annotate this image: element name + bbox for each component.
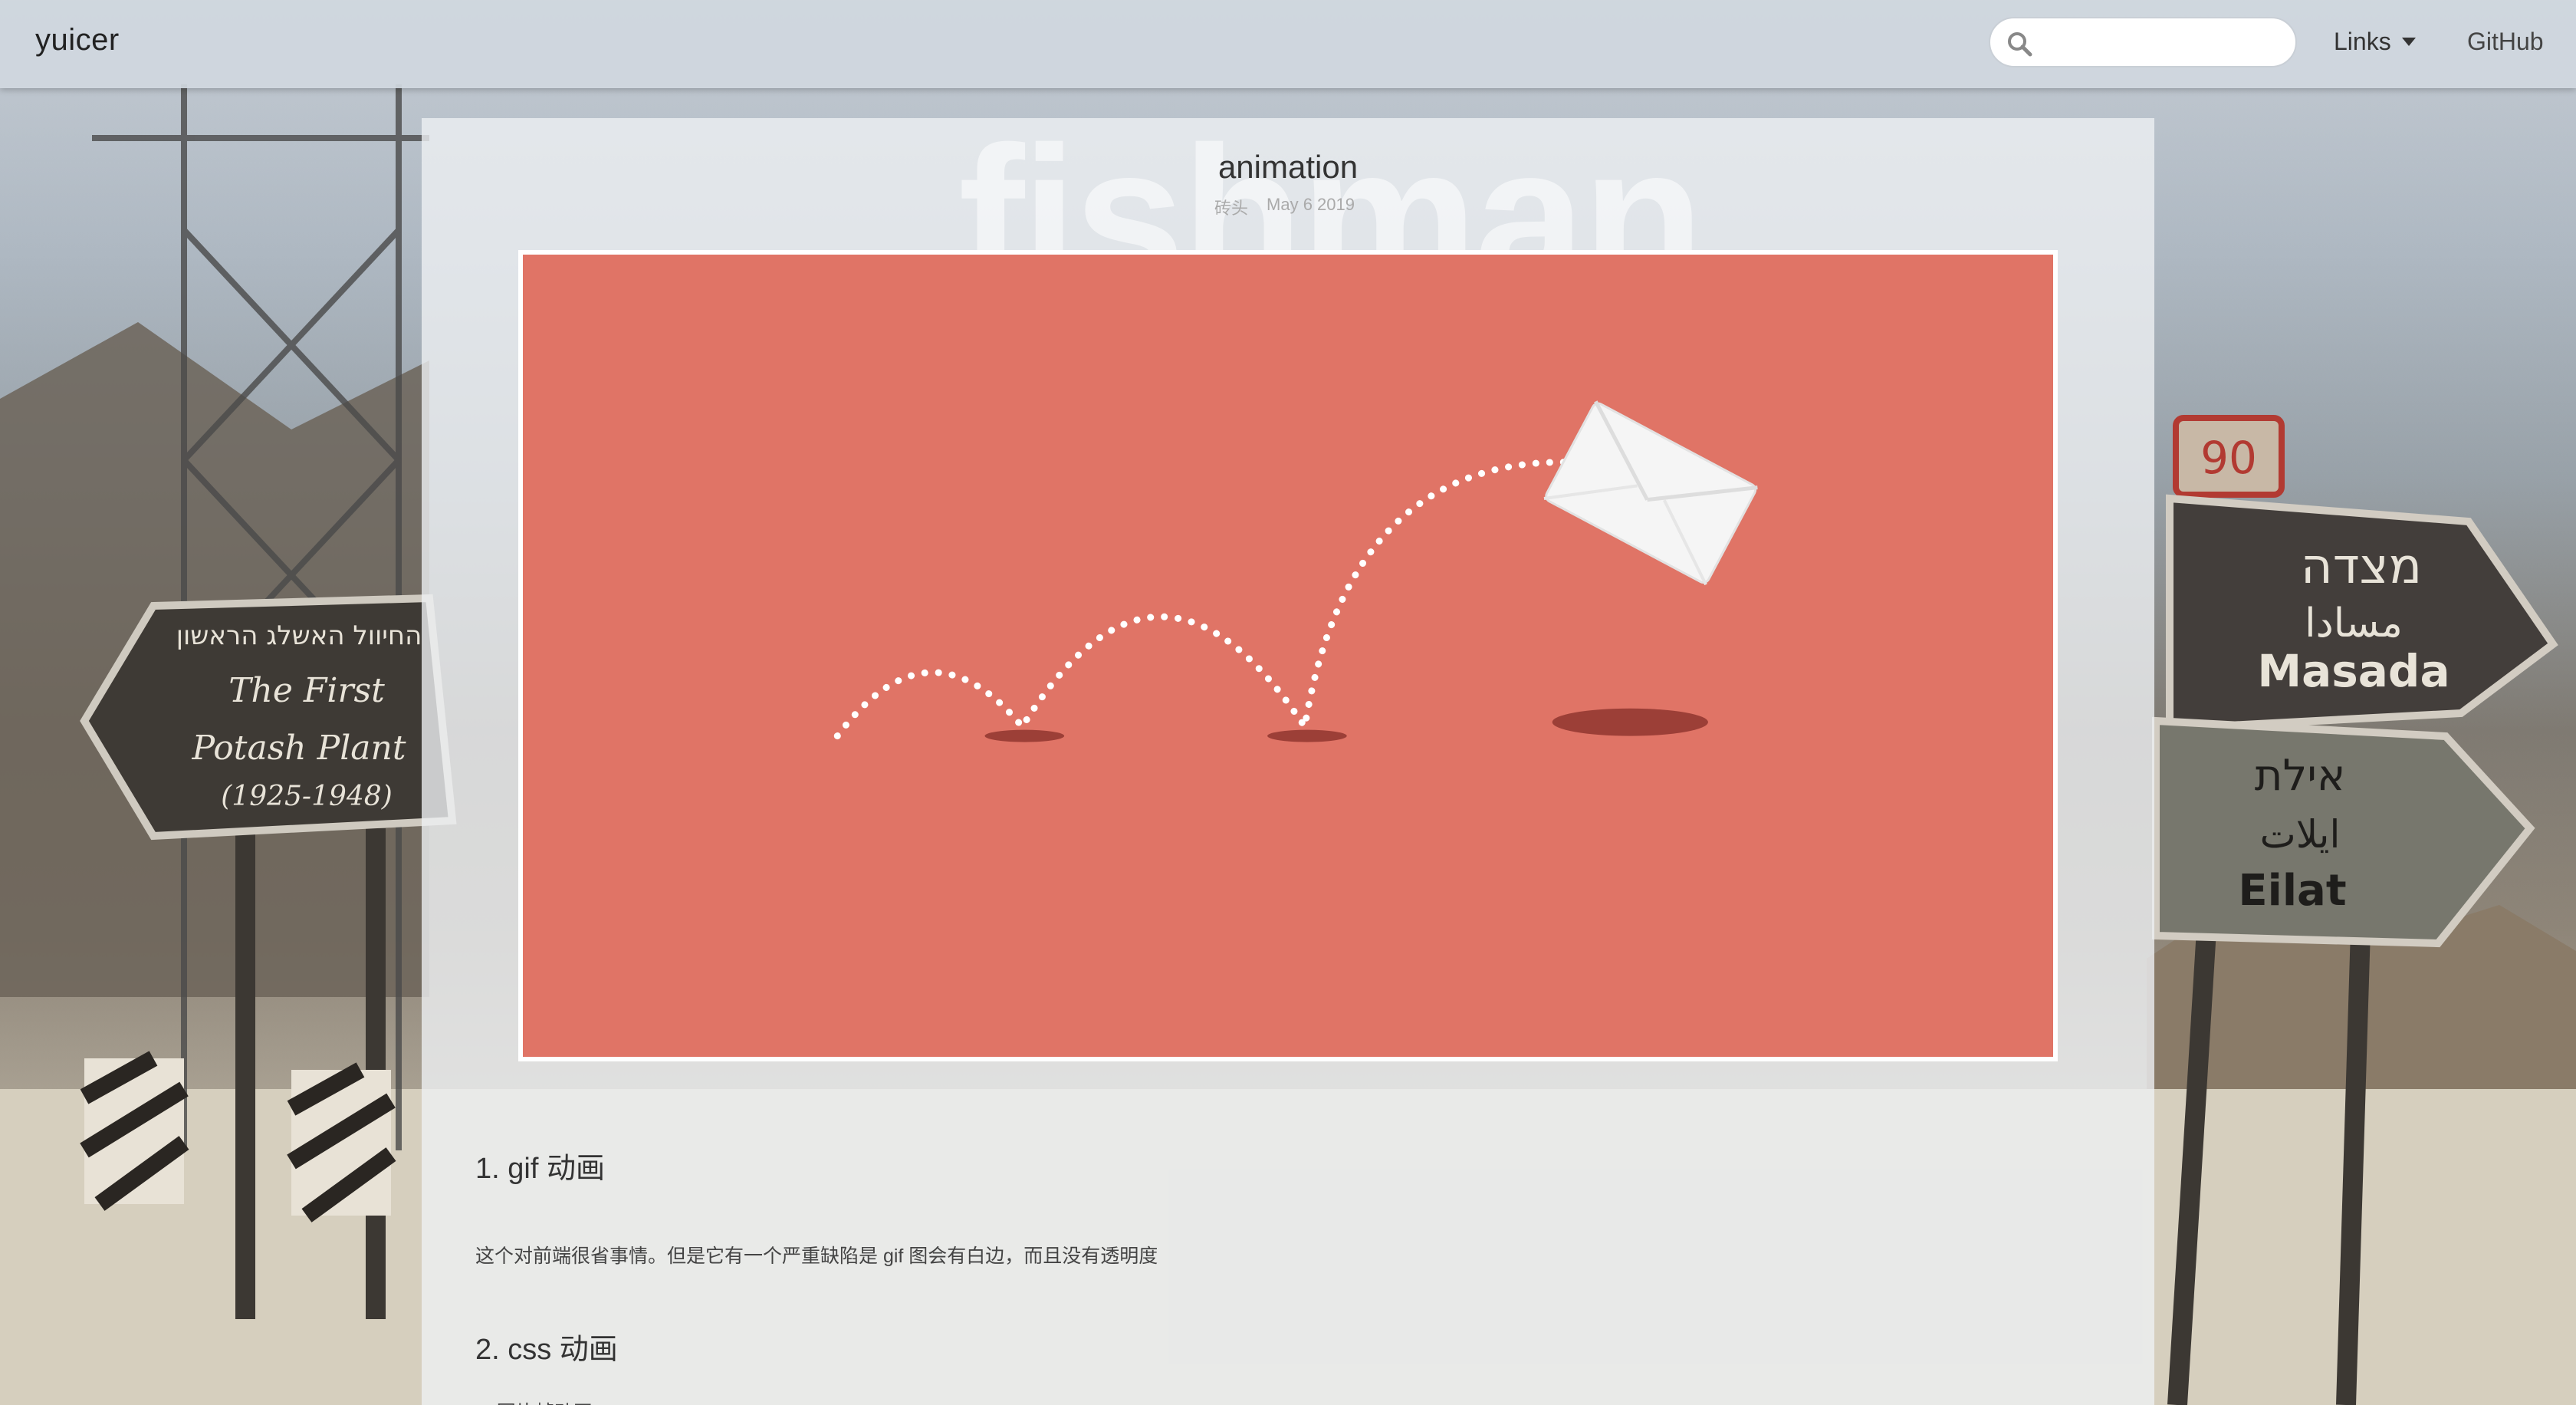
search-box[interactable] [1989,17,2297,67]
post-meta: 砖头 May 6 2019 [1214,195,1355,219]
svg-text:Masada: Masada [2257,645,2450,697]
site-brand[interactable]: yuicer [35,23,120,58]
post-title: animation [1217,149,1359,185]
bouncing-envelope-illustration [833,400,1758,742]
links-label: Links [2334,28,2391,55]
sign-text-hebrew: החיוול האשלג הראשון [176,620,422,651]
svg-text:ايلات: ايلات [2260,812,2341,857]
section-text-gif: 这个对前端很省事情。但是它有一个严重缺陷是 gif 图会有白边，而且没有透明度 [475,1245,1158,1267]
svg-text:90: 90 [2200,432,2257,484]
section-heading-gif: 1. gif 动画 [475,1153,605,1185]
svg-text:מצדה: מצדה [2301,538,2422,595]
section-text-css: 1. 图片帧动画 [475,1397,593,1405]
top-navbar: yuicer Links GitHub [0,0,2576,88]
search-icon [2008,32,2032,57]
caret-down-icon [2401,38,2416,46]
github-link[interactable]: GitHub [2467,28,2544,56]
svg-text:The First: The First [228,671,385,710]
article-card: fishman animation 砖头 May 6 2019 1. gif 动… [422,118,2154,1405]
svg-text:Potash Plant: Potash Plant [191,729,406,768]
post-category[interactable]: 砖头 [1214,195,1248,219]
section-heading-css: 2. css 动画 [475,1334,618,1366]
post-date: May 6 2019 [1267,195,1355,214]
search-input[interactable] [2041,26,2286,60]
svg-text:אילת: אילת [2255,751,2346,801]
links-dropdown[interactable]: Links [2334,28,2416,56]
svg-text:Eilat: Eilat [2238,866,2346,916]
svg-text:(1925-1948): (1925-1948) [221,781,393,812]
hero-image [518,250,2058,1061]
svg-text:مسادا: مسادا [2305,600,2403,647]
